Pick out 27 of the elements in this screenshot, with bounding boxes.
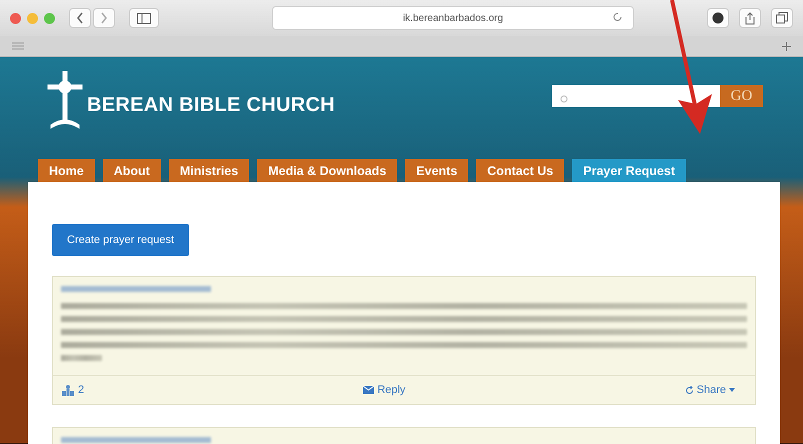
tabs-icon[interactable] [771, 8, 793, 28]
create-prayer-request-button[interactable]: Create prayer request [52, 224, 189, 256]
search-button[interactable]: GO [720, 85, 763, 107]
nav-tab[interactable]: Home [38, 159, 95, 182]
nav-tab[interactable]: Media & Downloads [257, 159, 398, 182]
search-icon [560, 95, 569, 104]
nav-tab[interactable]: Ministries [168, 159, 250, 182]
envelope-icon [363, 386, 374, 394]
share-link[interactable]: Share [684, 384, 735, 396]
address-bar[interactable]: ik.bereanbarbados.org [272, 6, 634, 30]
caret-icon [728, 388, 735, 392]
blurred-text [61, 355, 102, 361]
back-icon[interactable] [69, 8, 91, 28]
nav-tab[interactable]: About [102, 159, 161, 182]
close-window-icon[interactable] [10, 12, 21, 24]
people-icon [61, 384, 75, 396]
share-arrow-icon [684, 386, 694, 394]
cross-logo-icon [45, 71, 85, 129]
site-title: BEREAN BIBLE CHURCH [87, 94, 335, 117]
nav-tab[interactable]: Prayer Request [572, 159, 686, 182]
share-icon[interactable] [739, 8, 761, 28]
like-button[interactable]: 2 [61, 384, 84, 396]
new-tab-icon[interactable] [782, 42, 791, 50]
nav-tab[interactable]: Contact Us [476, 159, 564, 182]
nav-tab[interactable]: Events [405, 159, 468, 182]
sidebar-icon[interactable] [129, 8, 159, 28]
reply-link[interactable]: Reply [363, 384, 406, 396]
